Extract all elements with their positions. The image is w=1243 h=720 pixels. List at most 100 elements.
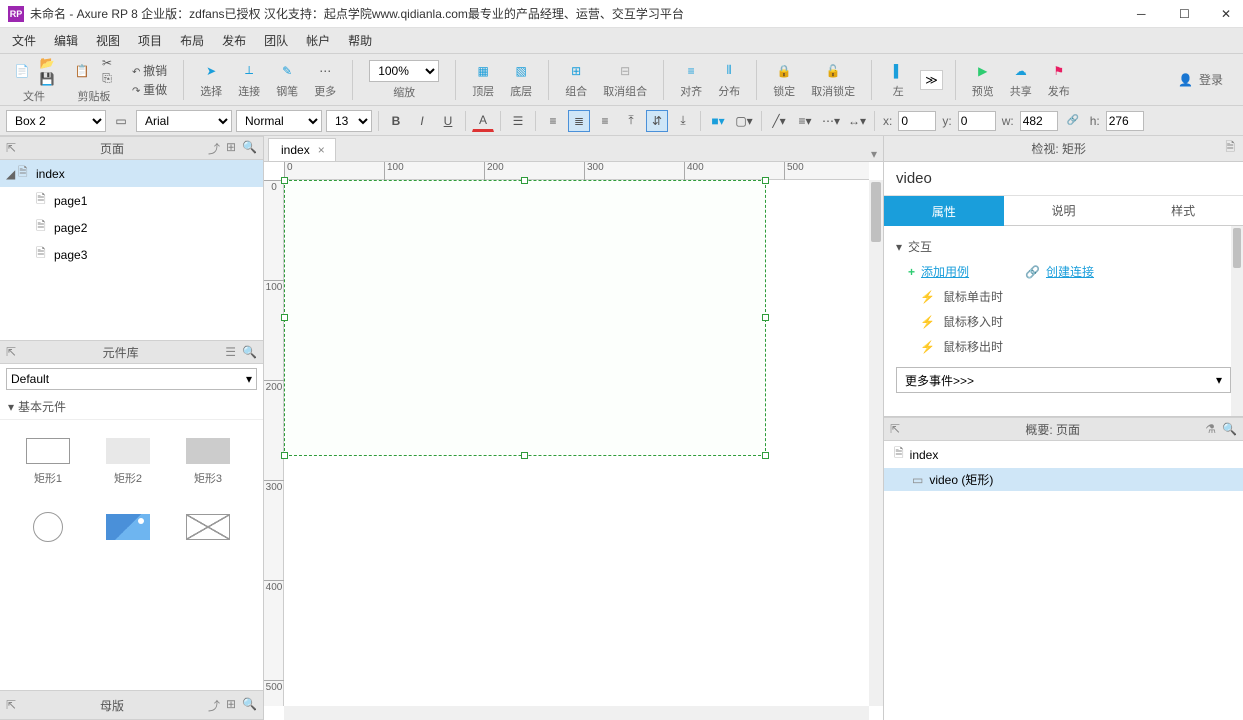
menu-view[interactable]: 视图 <box>88 28 128 53</box>
menu-account[interactable]: 帐户 <box>298 28 338 53</box>
tab-menu-icon[interactable]: ▾ <box>865 147 883 161</box>
close-tab-icon[interactable]: × <box>318 143 325 157</box>
toolbar-overflow-button[interactable]: ≫ <box>920 70 943 90</box>
menu-team[interactable]: 团队 <box>256 28 296 53</box>
italic-button[interactable]: I <box>411 110 433 132</box>
lib-menu-icon[interactable]: ☰ <box>225 345 236 359</box>
lock-ratio-icon[interactable]: 🔗 <box>1062 110 1084 132</box>
add-page-icon[interactable]: ⤴ <box>208 140 220 157</box>
close-button[interactable]: ✕ <box>1221 7 1235 21</box>
connect-tool-icon[interactable]: ⟂ <box>239 61 259 81</box>
pin-icon[interactable]: ⇱ <box>6 141 16 155</box>
unlock-icon[interactable]: 🔓 <box>823 61 843 81</box>
outline-video[interactable]: ▭video (矩形) <box>884 468 1243 491</box>
font-color-button[interactable]: A <box>472 110 494 132</box>
align-right-button[interactable]: ≡ <box>594 110 616 132</box>
notes-icon[interactable]: 🗎 <box>1225 138 1235 159</box>
inspector-scrollbar[interactable] <box>1231 226 1243 416</box>
new-folder-icon[interactable]: ⊞ <box>226 140 236 157</box>
search-pages-icon[interactable]: 🔍 <box>242 140 257 157</box>
select-tool-icon[interactable]: ➤ <box>201 61 221 81</box>
paste-icon[interactable]: 📋 <box>72 61 92 81</box>
tab-properties[interactable]: 属性 <box>884 196 1004 226</box>
valign-bottom-button[interactable]: ⤓ <box>672 110 694 132</box>
x-input[interactable] <box>898 111 936 131</box>
outline-index[interactable]: 🗎index <box>884 441 1243 468</box>
page-page1[interactable]: 🗎page1 <box>0 187 263 214</box>
filter-icon[interactable]: ⚗ <box>1205 422 1216 436</box>
more-tool-icon[interactable]: ⋯ <box>315 61 335 81</box>
save-icon[interactable]: 💾 <box>38 72 56 86</box>
pin-icon[interactable]: ⇱ <box>890 422 900 436</box>
underline-button[interactable]: U <box>437 110 459 132</box>
widget-placeholder[interactable] <box>168 496 248 564</box>
menu-project[interactable]: 项目 <box>130 28 170 53</box>
event-click[interactable]: ⚡鼠标单击时 <box>884 284 1243 309</box>
pin-icon[interactable]: ⇱ <box>6 345 16 359</box>
search-masters-icon[interactable]: 🔍 <box>242 697 257 714</box>
page-index[interactable]: ◢🗎index <box>0 160 263 187</box>
publish-icon[interactable]: ⚑ <box>1049 61 1069 81</box>
event-mouseenter[interactable]: ⚡鼠标移入时 <box>884 309 1243 334</box>
interaction-section[interactable]: ▾交互 <box>884 234 1243 259</box>
element-name-field[interactable]: video <box>884 162 1243 196</box>
menu-edit[interactable]: 编辑 <box>46 28 86 53</box>
align-left-button[interactable]: ≡ <box>542 110 564 132</box>
library-select[interactable]: Default▾ <box>6 368 257 390</box>
add-master-icon[interactable]: ⤴ <box>208 697 220 714</box>
menu-file[interactable]: 文件 <box>4 28 44 53</box>
tab-index[interactable]: index× <box>268 138 336 161</box>
page-page2[interactable]: 🗎page2 <box>0 214 263 241</box>
bring-front-icon[interactable]: ▦ <box>473 61 493 81</box>
distribute-icon[interactable]: ⫴ <box>719 61 739 81</box>
widget-rect1[interactable]: 矩形1 <box>8 428 88 496</box>
zoom-select[interactable]: 100% <box>369 60 439 82</box>
widget-rect3[interactable]: 矩形3 <box>168 428 248 496</box>
lock-icon[interactable]: 🔒 <box>774 61 794 81</box>
event-mouseleave[interactable]: ⚡鼠标移出时 <box>884 334 1243 359</box>
undo-button[interactable]: ↶ 撤销 <box>132 62 167 79</box>
pin-icon[interactable]: ⇱ <box>6 698 16 712</box>
lib-section-header[interactable]: ▾基本元件 <box>0 394 263 420</box>
login-button[interactable]: 👤 登录 <box>1166 71 1235 88</box>
pen-tool-icon[interactable]: ✎ <box>277 61 297 81</box>
share-icon[interactable]: ☁ <box>1011 61 1031 81</box>
canvas-scrollbar-horizontal[interactable] <box>284 706 869 720</box>
canvas-scrollbar-vertical[interactable] <box>869 180 883 706</box>
add-case-link[interactable]: +添加用例 <box>884 259 981 284</box>
font-size-select[interactable]: 13 <box>326 110 372 132</box>
valign-middle-button[interactable]: ⇵ <box>646 110 668 132</box>
bullet-list-button[interactable]: ☰ <box>507 110 529 132</box>
send-back-icon[interactable]: ▧ <box>511 61 531 81</box>
ungroup-icon[interactable]: ⊟ <box>615 61 635 81</box>
canvas[interactable] <box>284 180 869 706</box>
valign-top-button[interactable]: ⤒ <box>620 110 642 132</box>
open-icon[interactable]: 📂 <box>38 56 56 70</box>
align-left-icon[interactable]: ▌ <box>888 61 908 81</box>
line-style-button[interactable]: ⋯▾ <box>820 110 842 132</box>
fill-color-button[interactable]: ■▾ <box>707 110 729 132</box>
menu-publish[interactable]: 发布 <box>214 28 254 53</box>
edit-shape-icon[interactable]: ▭ <box>110 110 132 132</box>
h-input[interactable] <box>1106 111 1144 131</box>
tab-style[interactable]: 样式 <box>1123 196 1243 226</box>
preview-icon[interactable]: ▶ <box>973 61 993 81</box>
widget-rect2[interactable]: 矩形2 <box>88 428 168 496</box>
y-input[interactable] <box>958 111 996 131</box>
align-icon[interactable]: ≡ <box>681 61 701 81</box>
align-center-button[interactable]: ≣ <box>568 110 590 132</box>
new-file-icon[interactable]: 📄 <box>12 61 32 81</box>
group-icon[interactable]: ⊞ <box>566 61 586 81</box>
minimize-button[interactable]: ─ <box>1137 7 1151 21</box>
search-outline-icon[interactable]: 🔍 <box>1222 422 1237 436</box>
arrow-button[interactable]: ↔▾ <box>846 110 868 132</box>
more-events-select[interactable]: 更多事件>>>▾ <box>896 367 1231 393</box>
new-master-folder-icon[interactable]: ⊞ <box>226 697 236 714</box>
bold-button[interactable]: B <box>385 110 407 132</box>
widget-image[interactable] <box>88 496 168 564</box>
redo-button[interactable]: ↷ 重做 <box>132 81 167 98</box>
widget-circle[interactable] <box>8 496 88 564</box>
lib-search-icon[interactable]: 🔍 <box>242 345 257 359</box>
line-color-button[interactable]: ╱▾ <box>768 110 790 132</box>
create-link[interactable]: 🔗创建连接 <box>1001 259 1106 284</box>
